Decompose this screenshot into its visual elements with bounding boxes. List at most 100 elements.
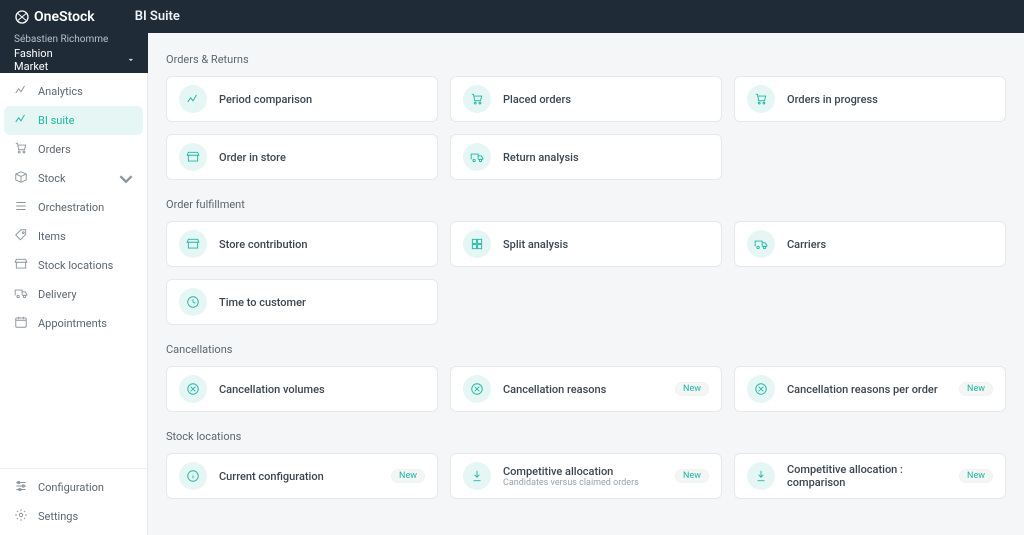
new-badge: New: [959, 469, 993, 483]
card-label: Current configuration: [219, 470, 379, 483]
card-label: Placed orders: [503, 93, 709, 106]
list-icon: [14, 199, 28, 216]
card-grid: Current configurationNewCompetitive allo…: [166, 453, 1006, 499]
card-body: Order in store: [219, 151, 425, 164]
card-body: Cancellation reasons: [503, 383, 663, 396]
tenant-bar: Sébastien Richomme Fashion Market: [0, 33, 148, 73]
tenant-name: Fashion Market: [14, 47, 68, 73]
chart-icon: [179, 85, 207, 113]
clock-icon: [179, 288, 207, 316]
card-label: Period comparison: [219, 93, 425, 106]
card-grid: Store contribution Split analysis Carriers…: [166, 221, 1006, 325]
sidebar-item-label: Configuration: [38, 481, 104, 494]
section-title: Stock locations: [166, 430, 1006, 443]
card-period-comparison[interactable]: Period comparison: [166, 76, 438, 122]
card-body: Split analysis: [503, 238, 709, 251]
card-label: Return analysis: [503, 151, 709, 164]
card-split-analysis[interactable]: Split analysis: [450, 221, 722, 267]
card-competitive-allocation-comparison[interactable]: Competitive allocation : comparison New: [734, 453, 1006, 499]
card-orders-in-progress[interactable]: Orders in progress: [734, 76, 1006, 122]
cancel-icon: [463, 375, 491, 403]
card-body: Competitive allocationCandidates versus …: [503, 465, 663, 488]
card-label: Cancellation reasons per order: [787, 383, 947, 396]
truck-icon: [747, 230, 775, 258]
card-body: Carriers: [787, 238, 993, 251]
sidebar: Analytics BI suite Orders Stock Orchestratio…: [0, 73, 148, 535]
brand-text: OneStock: [34, 9, 95, 25]
card-competitive-allocation[interactable]: Competitive allocationCandidates versus …: [450, 453, 722, 499]
cart-icon: [463, 85, 491, 113]
card-order-in-store[interactable]: Order in store: [166, 134, 438, 180]
chevron-down-icon: [119, 172, 133, 186]
sidebar-item-orchestration[interactable]: Orchestration: [0, 193, 147, 222]
card-label: Store contribution: [219, 238, 425, 251]
chart-icon: [14, 112, 28, 129]
sidebar-item-configuration[interactable]: Configuration: [0, 473, 147, 502]
card-placed-orders[interactable]: Placed orders: [450, 76, 722, 122]
left-panel: Sébastien Richomme Fashion Market Analyt…: [0, 33, 148, 535]
card-label: Time to customer: [219, 296, 425, 309]
new-badge: New: [391, 469, 425, 483]
new-badge: New: [675, 469, 709, 483]
chart-icon: [14, 83, 28, 100]
card-grid: Period comparison Placed orders Orders in …: [166, 76, 1006, 180]
user-name: Sébastien Richomme: [14, 34, 108, 45]
card-body: Competitive allocation : comparison: [787, 463, 947, 489]
section-title: Order fulfillment: [166, 198, 1006, 211]
sidebar-item-settings[interactable]: Settings: [0, 502, 147, 531]
sidebar-item-label: Appointments: [38, 317, 107, 330]
brand-logo[interactable]: OneStock: [14, 9, 95, 25]
card-label: Orders in progress: [787, 93, 993, 106]
pointer-icon: [747, 462, 775, 490]
calendar-icon: [14, 315, 28, 332]
sidebar-item-delivery[interactable]: Delivery: [0, 280, 147, 309]
card-body: Current configuration: [219, 470, 379, 483]
card-carriers[interactable]: Carriers: [734, 221, 1006, 267]
cart-icon: [747, 85, 775, 113]
truck-icon: [14, 286, 28, 303]
sidebar-item-label: Analytics: [38, 85, 83, 98]
section-title: Orders & Returns: [166, 53, 1006, 66]
store-icon: [179, 230, 207, 258]
sidebar-item-bi-suite[interactable]: BI suite: [4, 106, 143, 135]
sidebar-item-orders[interactable]: Orders: [0, 135, 147, 164]
gear-icon: [14, 508, 28, 525]
card-current-configuration[interactable]: Current configuration New: [166, 453, 438, 499]
card-cancellation-volumes[interactable]: Cancellation volumes: [166, 366, 438, 412]
nav-bottom: Configuration Settings: [0, 468, 147, 535]
cancel-icon: [179, 375, 207, 403]
card-body: Orders in progress: [787, 93, 993, 106]
sidebar-item-label: BI suite: [38, 114, 74, 127]
sidebar-item-stock[interactable]: Stock: [0, 164, 147, 193]
section-title: Cancellations: [166, 343, 1006, 356]
sidebar-item-label: Stock: [38, 172, 66, 185]
card-time-to-customer[interactable]: Time to customer: [166, 279, 438, 325]
card-store-contribution[interactable]: Store contribution: [166, 221, 438, 267]
store-icon: [14, 257, 28, 274]
sidebar-item-label: Stock locations: [38, 259, 113, 272]
sidebar-item-appointments[interactable]: Appointments: [0, 309, 147, 338]
sidebar-item-items[interactable]: Items: [0, 222, 147, 251]
card-label: Split analysis: [503, 238, 709, 251]
split-icon: [463, 230, 491, 258]
new-badge: New: [675, 382, 709, 396]
sidebar-item-label: Orchestration: [38, 201, 104, 214]
sidebar-item-label: Items: [38, 230, 66, 243]
card-body: Time to customer: [219, 296, 425, 309]
cart-icon: [14, 141, 28, 158]
tag-icon: [14, 228, 28, 245]
card-return-analysis[interactable]: Return analysis: [450, 134, 722, 180]
card-body: Cancellation volumes: [219, 383, 425, 396]
info-icon: [179, 462, 207, 490]
card-subtitle: Candidates versus claimed orders: [503, 478, 663, 488]
card-body: Placed orders: [503, 93, 709, 106]
card-cancellation-reasons[interactable]: Cancellation reasons New: [450, 366, 722, 412]
new-badge: New: [959, 382, 993, 396]
sidebar-item-stock-locations[interactable]: Stock locations: [0, 251, 147, 280]
sliders-icon: [14, 479, 28, 496]
card-label: Carriers: [787, 238, 993, 251]
card-body: Period comparison: [219, 93, 425, 106]
sidebar-item-analytics[interactable]: Analytics: [0, 77, 147, 106]
tenant-selector[interactable]: Fashion Market: [14, 47, 134, 73]
card-cancellation-reasons-per-order[interactable]: Cancellation reasons per order New: [734, 366, 1006, 412]
